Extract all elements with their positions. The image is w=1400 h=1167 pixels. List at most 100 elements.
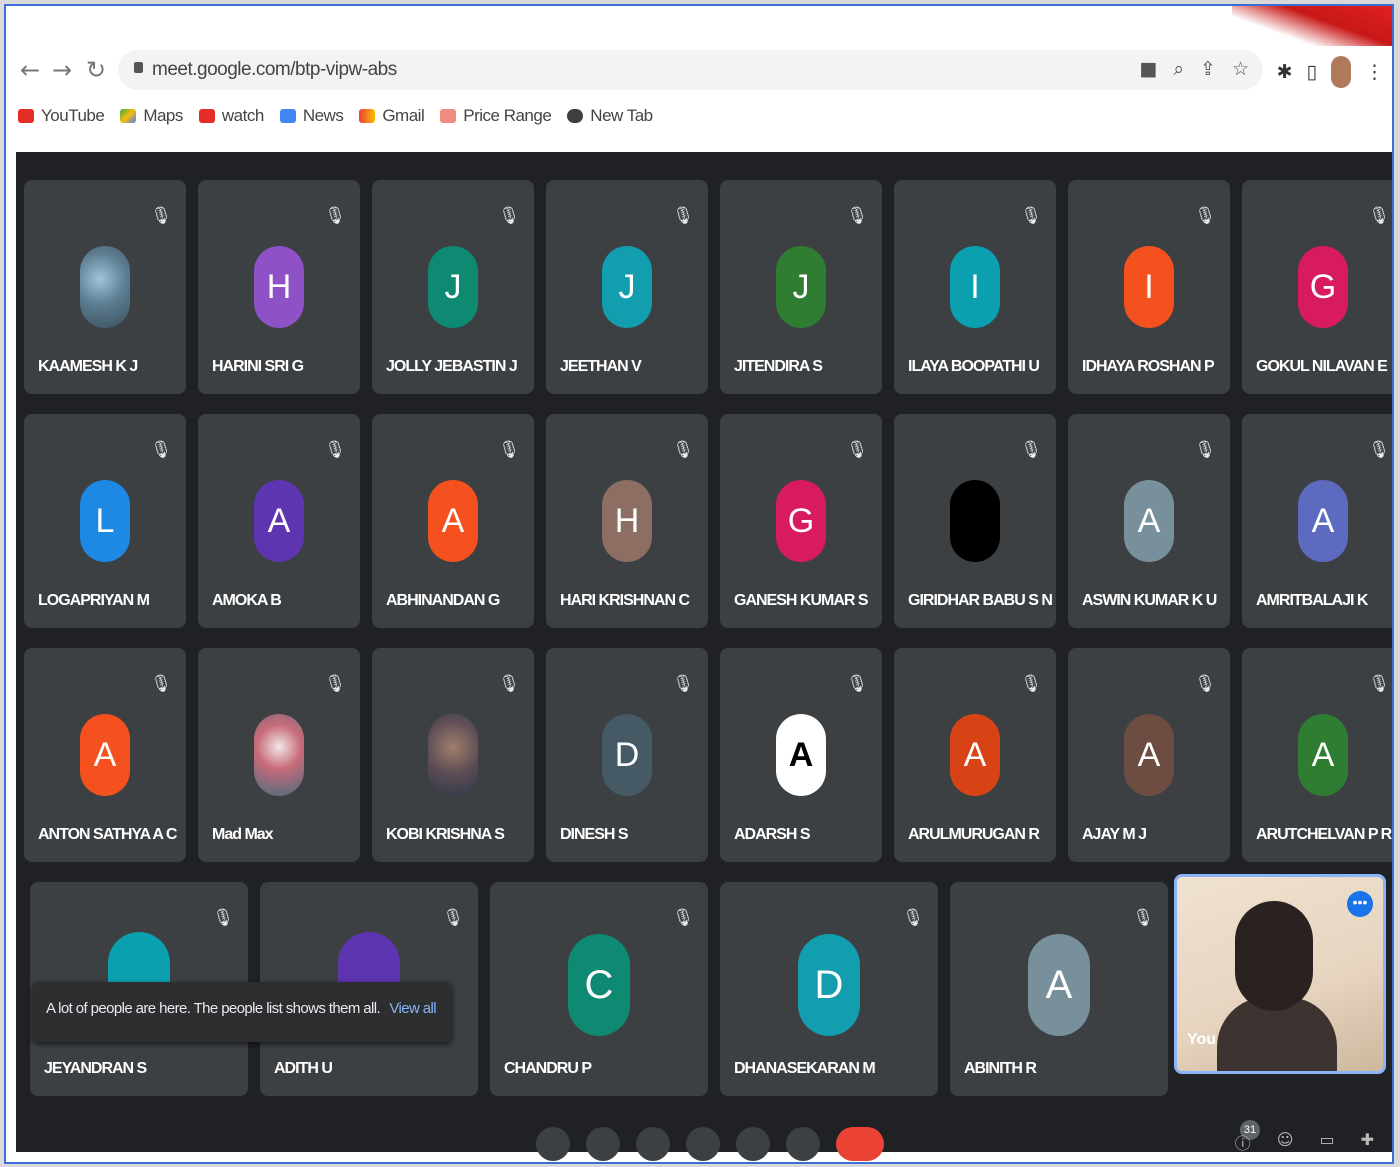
participant-tile[interactable]: 🎙 D DHANASEKARAN M bbox=[720, 882, 938, 1096]
participant-tile[interactable]: 🎙 KOBI KRISHNA S bbox=[372, 648, 534, 862]
menu-icon[interactable]: ⋮ bbox=[1365, 61, 1384, 83]
participant-tile[interactable]: 🎙 A ABINITH R bbox=[950, 882, 1168, 1096]
participant-tile[interactable]: 🎙 I IDHAYA ROSHAN P bbox=[1068, 180, 1230, 394]
mic-muted-icon: 🎙 bbox=[498, 440, 520, 460]
participant-tile[interactable]: 🎙 G GOKUL NILAVAN E bbox=[1242, 180, 1392, 394]
participant-tile[interactable]: 🎙 A ARUTCHELVAN P R bbox=[1242, 648, 1392, 862]
participant-tile[interactable]: 🎙 A AMOKA B bbox=[198, 414, 360, 628]
participant-tile[interactable]: 🎙 J JEETHAN V bbox=[546, 180, 708, 394]
participant-name: KAAMESH K J bbox=[38, 358, 138, 375]
participant-tile[interactable]: 🎙 C CHANDRU P bbox=[490, 882, 708, 1096]
participant-avatar bbox=[80, 246, 130, 328]
bookmark-youtube[interactable]: YouTube bbox=[18, 106, 105, 126]
participant-tile[interactable]: 🎙 G GANESH KUMAR S bbox=[720, 414, 882, 628]
participant-avatar: A bbox=[254, 480, 304, 562]
camera-icon[interactable]: ■ bbox=[1139, 58, 1157, 80]
self-view-tile[interactable]: ••• You bbox=[1174, 874, 1386, 1074]
participant-tile[interactable]: 🎙 H HARI KRISHNAN C bbox=[546, 414, 708, 628]
participant-tile[interactable]: 🎙 A ADARSH S bbox=[720, 648, 882, 862]
bookmark-gmail[interactable]: Gmail bbox=[359, 106, 425, 126]
participant-name: DHANASEKARAN M bbox=[734, 1060, 876, 1077]
participant-name: HARI KRISHNAN C bbox=[560, 592, 690, 609]
mic-muted-icon: 🎙 bbox=[150, 440, 172, 460]
participant-tile[interactable]: 🎙 GIRIDHAR BABU S N bbox=[894, 414, 1056, 628]
participant-tile[interactable]: 🎙 D DINESH S bbox=[546, 648, 708, 862]
mic-muted-icon: 🎙 bbox=[672, 674, 694, 694]
participant-avatar: D bbox=[798, 934, 860, 1036]
participant-avatar: A bbox=[950, 714, 1000, 796]
star-icon[interactable]: ☆ bbox=[1232, 58, 1249, 80]
participant-avatar: H bbox=[254, 246, 304, 328]
zoom-icon[interactable]: ⌕ bbox=[1173, 58, 1184, 80]
mic-muted-icon: 🎙 bbox=[846, 440, 868, 460]
extensions-icon[interactable]: ✱ bbox=[1277, 61, 1293, 83]
participant-avatar: G bbox=[1298, 246, 1348, 328]
back-icon[interactable]: ← bbox=[20, 56, 40, 84]
participant-avatar bbox=[254, 714, 304, 796]
mic-button[interactable] bbox=[536, 1127, 570, 1161]
profile-avatar[interactable] bbox=[1331, 56, 1351, 88]
participant-avatar: A bbox=[428, 480, 478, 562]
mic-muted-icon: 🎙 bbox=[672, 206, 694, 226]
participant-name: LOGAPRIYAN M bbox=[38, 592, 150, 609]
end-call-button[interactable] bbox=[836, 1127, 884, 1161]
captions-button[interactable] bbox=[636, 1127, 670, 1161]
participant-name: HARINI SRI G bbox=[212, 358, 304, 375]
bookmark-watch[interactable]: watch bbox=[198, 106, 264, 126]
more-button[interactable] bbox=[786, 1127, 820, 1161]
meet-call-area: 🎙 KAAMESH K J 🎙 H HARINI SRI G 🎙 J JOLLY JEBAST… bbox=[16, 152, 1392, 1161]
mic-muted-icon: 🎙 bbox=[672, 440, 694, 460]
mic-muted-icon: 🎙 bbox=[150, 206, 172, 226]
participant-tile[interactable]: 🎙 J JOLLY JEBASTIN J bbox=[372, 180, 534, 394]
youtube-icon bbox=[198, 109, 215, 123]
participant-tile[interactable]: 🎙 A ABHINANDAN G bbox=[372, 414, 534, 628]
participant-tile[interactable]: 🎙 L LOGAPRIYAN M bbox=[24, 414, 186, 628]
maps-icon bbox=[120, 109, 137, 123]
info-icon[interactable]: ⓘ bbox=[1235, 1130, 1251, 1154]
participant-tile[interactable]: 🎙 A ASWIN KUMAR K U bbox=[1068, 414, 1230, 628]
participant-avatar: I bbox=[1124, 246, 1174, 328]
self-video-head bbox=[1235, 901, 1313, 1011]
browser-toolbar: ← → ↻ meet.google.com/btp-vipw-abs ■ ⌕ ⇪… bbox=[6, 44, 1392, 96]
participant-tile[interactable]: 🎙 A ANTON SATHYA A C bbox=[24, 648, 186, 862]
globe-icon bbox=[567, 109, 584, 123]
participant-tile[interactable]: 🎙 A AJAY M J bbox=[1068, 648, 1230, 862]
participant-tile[interactable]: 🎙 I ILAYA BOOPATHI U bbox=[894, 180, 1056, 394]
people-icon[interactable]: ☺ bbox=[1277, 1130, 1294, 1154]
participant-tile[interactable]: 🎙 KAAMESH K J bbox=[24, 180, 186, 394]
participant-avatar bbox=[428, 714, 478, 796]
mic-muted-icon: 🎙 bbox=[212, 908, 234, 928]
bookmark-price-range[interactable]: Price Range bbox=[440, 106, 552, 126]
participant-tile[interactable]: 🎙 A AMRITBALAJI K bbox=[1242, 414, 1392, 628]
forward-icon[interactable]: → bbox=[52, 56, 72, 84]
activities-icon[interactable]: ✚ bbox=[1361, 1130, 1374, 1154]
more-options-button[interactable]: ••• bbox=[1347, 891, 1373, 917]
participant-avatar: J bbox=[776, 246, 826, 328]
participant-tile[interactable]: 🎙 Mad Max bbox=[198, 648, 360, 862]
url-text[interactable]: meet.google.com/btp-vipw-abs bbox=[152, 59, 397, 81]
participant-avatar: I bbox=[950, 246, 1000, 328]
share-icon[interactable]: ⇪ bbox=[1200, 58, 1216, 80]
camera-button[interactable] bbox=[586, 1127, 620, 1161]
mic-muted-icon: 🎙 bbox=[902, 908, 924, 928]
bookmark-new-tab[interactable]: New Tab bbox=[567, 106, 653, 126]
participant-name: KOBI KRISHNA S bbox=[386, 826, 505, 843]
view-all-link[interactable]: View all bbox=[389, 1000, 436, 1017]
participant-name: JOLLY JEBASTIN J bbox=[386, 358, 518, 375]
raise-hand-button[interactable] bbox=[686, 1127, 720, 1161]
reload-icon[interactable]: ↻ bbox=[86, 56, 106, 84]
sidebar-icon[interactable]: ▯ bbox=[1307, 61, 1317, 83]
participant-name: CHANDRU P bbox=[504, 1060, 592, 1077]
screenshot-frame: ← → ↻ meet.google.com/btp-vipw-abs ■ ⌕ ⇪… bbox=[4, 4, 1394, 1164]
bookmark-maps[interactable]: Maps bbox=[120, 106, 183, 126]
participant-tile[interactable]: 🎙 A ARULMURUGAN R bbox=[894, 648, 1056, 862]
chat-icon[interactable]: ▭ bbox=[1319, 1130, 1334, 1154]
participant-avatar: J bbox=[602, 246, 652, 328]
participant-tile[interactable]: 🎙 H HARINI SRI G bbox=[198, 180, 360, 394]
news-icon bbox=[279, 109, 296, 123]
address-bar[interactable]: meet.google.com/btp-vipw-abs ■ ⌕ ⇪ ☆ bbox=[118, 50, 1263, 90]
bookmark-news[interactable]: News bbox=[279, 106, 344, 126]
participant-tile[interactable]: 🎙 J JITENDIRA S bbox=[720, 180, 882, 394]
present-button[interactable] bbox=[736, 1127, 770, 1161]
participant-avatar bbox=[950, 480, 1000, 562]
